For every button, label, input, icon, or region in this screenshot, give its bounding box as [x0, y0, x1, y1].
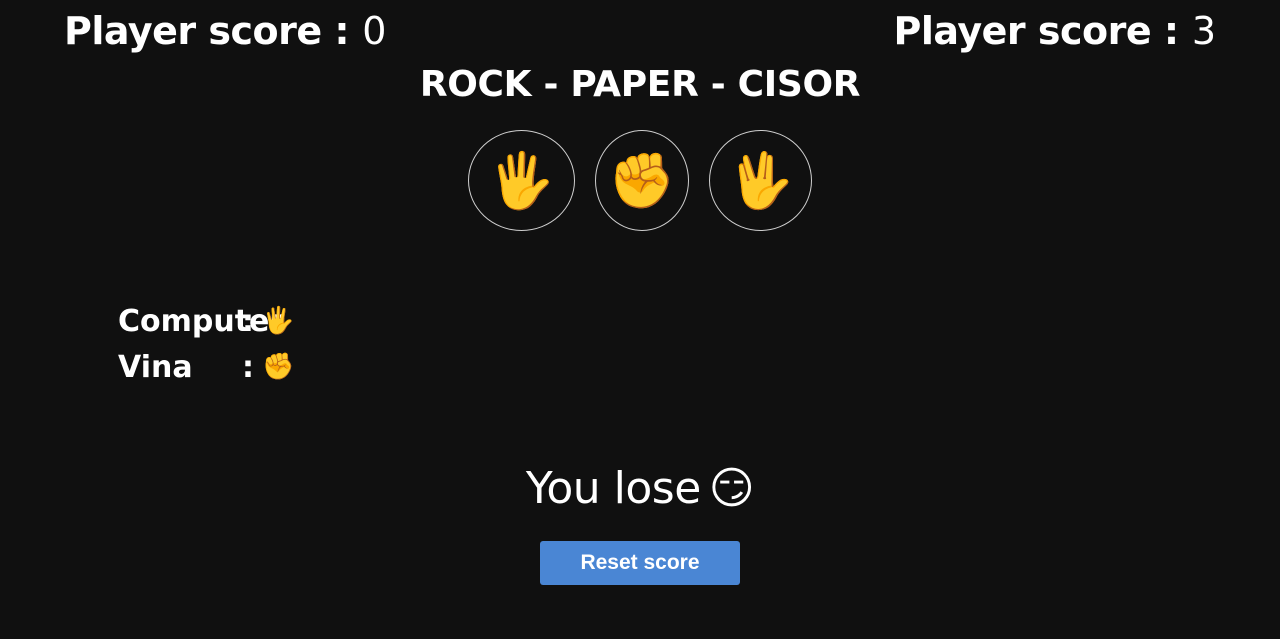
player-choices: Computer : 🖐 Vina : ✊ [118, 298, 294, 390]
vulcan-scissors-icon: 🖖 [726, 150, 795, 211]
human-row: Vina : ✊ [118, 344, 294, 390]
score-label: Player score : [64, 9, 350, 53]
computer-choice-icon: 🖐 [262, 306, 295, 336]
score-value: 3 [1191, 9, 1216, 53]
human-separator: : [242, 349, 254, 385]
result-message: You lose 😏 [0, 460, 1280, 518]
rock-button[interactable]: ✊ [595, 130, 689, 231]
paper-button[interactable]: 🖐 [468, 130, 575, 231]
score-value: 0 [362, 9, 387, 53]
score-label: Player score : [893, 9, 1180, 53]
choice-buttons: 🖐 ✊ 🖖 [0, 130, 1280, 231]
scissors-button[interactable]: 🖖 [709, 130, 812, 231]
human-name: Vina [118, 349, 193, 385]
game-title: ROCK - PAPER - CISOR [419, 64, 861, 105]
human-choice-icon: ✊ [262, 352, 295, 382]
computer-name: Computer [118, 303, 285, 339]
player-score-right: Player score : 3 [894, 8, 1216, 54]
hand-paper-icon: 🖐 [487, 150, 556, 211]
result-text: You lose [525, 463, 701, 514]
computer-separator: : [242, 303, 254, 339]
player-score-left: Player score : 0 [64, 8, 386, 54]
game-page: Player score : 0 Player score : 3 ROCK -… [0, 0, 1280, 639]
reset-score-button[interactable]: Reset score [540, 541, 740, 585]
smirk-face-icon: 😏 [708, 463, 755, 514]
fist-rock-icon: ✊ [608, 150, 676, 211]
computer-row: Computer : 🖐 [118, 298, 294, 344]
